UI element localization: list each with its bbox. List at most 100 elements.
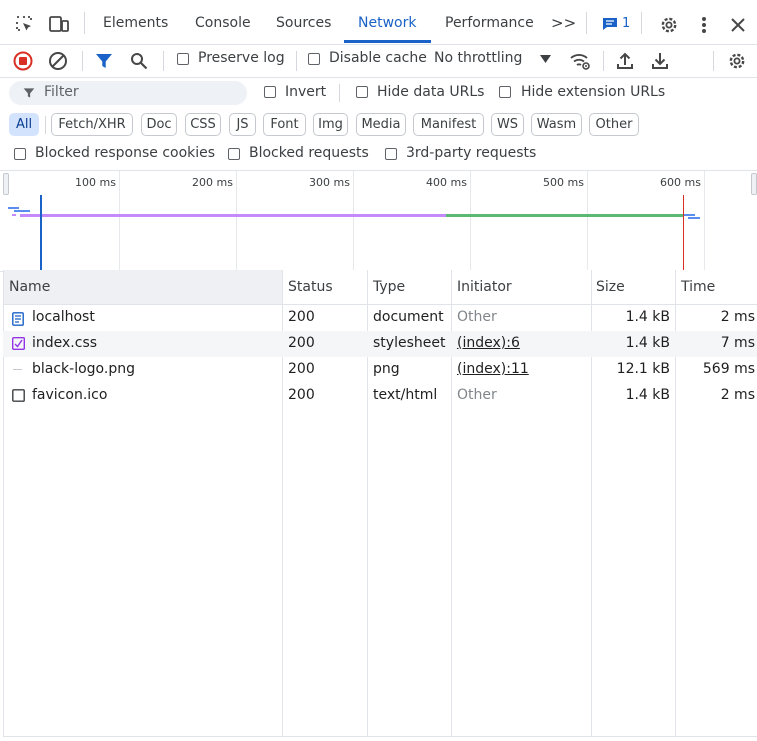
chip-img[interactable]: Img — [313, 113, 348, 136]
device-toolbar-icon[interactable] — [47, 12, 71, 36]
waterfall-bar-waiting — [20, 214, 446, 217]
request-size: 12.1 kB — [616, 361, 670, 377]
waterfall-bar — [8, 207, 19, 209]
chip-wasm[interactable]: Wasm — [531, 113, 582, 136]
toolbar-divider — [339, 84, 340, 102]
request-initiator-link[interactable]: (index):6 — [457, 335, 520, 351]
waterfall-bar — [14, 210, 30, 212]
generic-file-icon — [12, 389, 25, 402]
request-name: localhost — [32, 309, 95, 325]
request-type: text/html — [373, 387, 438, 403]
close-devtools-icon[interactable] — [726, 13, 750, 37]
requests-table-header: Name Status Type Initiator Size Time — [3, 270, 757, 305]
overview-right-handle[interactable] — [751, 173, 757, 195]
grid-line — [353, 171, 354, 271]
chip-doc[interactable]: Doc — [141, 113, 177, 136]
export-har-icon[interactable] — [649, 50, 671, 72]
grid-line — [704, 171, 705, 271]
throttling-select[interactable]: No throttling — [434, 50, 556, 70]
issues-count: 1 — [622, 16, 631, 31]
toolbar-divider — [296, 51, 297, 71]
toolbar-divider — [713, 51, 714, 71]
network-settings-gear-icon[interactable] — [725, 50, 749, 72]
chip-js[interactable]: JS — [229, 113, 256, 136]
tick-label: 400 ms — [426, 176, 467, 189]
invert-label: Invert — [285, 84, 327, 100]
overview-left-handle[interactable] — [3, 173, 9, 195]
request-initiator: Other — [457, 387, 497, 403]
toolbar-divider — [163, 51, 164, 71]
table-row[interactable]: black-logo.png 200 png (index):11 12.1 k… — [3, 357, 757, 383]
column-header-time[interactable]: Time — [681, 279, 715, 295]
settings-gear-icon[interactable] — [657, 13, 681, 37]
request-initiator-link[interactable]: (index):11 — [457, 361, 529, 377]
request-size: 1.4 kB — [625, 335, 670, 351]
hide-data-urls-label: Hide data URLs — [377, 84, 485, 100]
column-header-size[interactable]: Size — [596, 279, 625, 295]
devtools-tab-bar: Elements Console Sources Network Perform… — [0, 0, 757, 45]
chip-all[interactable]: All — [9, 113, 39, 136]
column-header-status[interactable]: Status — [288, 279, 333, 295]
filter-funnel-icon — [23, 88, 35, 98]
column-header-type[interactable]: Type — [373, 279, 405, 295]
request-size: 1.4 kB — [625, 387, 670, 403]
blocked-cookies-checkbox[interactable] — [14, 148, 26, 160]
tab-performance[interactable]: Performance — [445, 15, 534, 31]
hide-data-urls-checkbox[interactable] — [356, 86, 368, 98]
tab-console[interactable]: Console — [195, 15, 251, 31]
chip-other[interactable]: Other — [589, 113, 639, 136]
column-header-name[interactable]: Name — [9, 279, 50, 295]
more-options-icon[interactable] — [694, 13, 714, 37]
grid-line — [470, 171, 471, 271]
request-initiator: Other — [457, 309, 497, 325]
invert-checkbox[interactable] — [264, 86, 276, 98]
stylesheet-icon — [12, 337, 25, 350]
filter-funnel-icon[interactable] — [93, 50, 115, 72]
third-party-checkbox[interactable] — [385, 148, 397, 160]
blocked-requests-checkbox[interactable] — [228, 148, 240, 160]
request-status: 200 — [288, 335, 315, 351]
tab-sources[interactable]: Sources — [276, 15, 331, 31]
request-time: 7 ms — [720, 335, 755, 351]
more-tabs-button[interactable]: >> — [551, 14, 576, 32]
chip-media[interactable]: Media — [356, 113, 406, 136]
waterfall-bar — [684, 214, 695, 216]
waterfall-bar — [688, 217, 700, 219]
disable-cache-label: Disable cache — [329, 50, 427, 66]
chip-ws[interactable]: WS — [491, 113, 524, 136]
chip-manifest[interactable]: Manifest — [413, 113, 484, 136]
third-party-label: 3rd-party requests — [406, 145, 537, 161]
table-row[interactable]: favicon.ico 200 text/html Other 1.4 kB 2… — [3, 383, 757, 409]
preserve-log-checkbox[interactable] — [177, 53, 189, 65]
request-type: document — [373, 309, 444, 325]
inspect-element-icon[interactable] — [12, 12, 36, 36]
tick-label: 100 ms — [75, 176, 116, 189]
network-overview[interactable]: 100 ms 200 ms 300 ms 400 ms 500 ms 600 m… — [0, 170, 757, 272]
request-name: favicon.ico — [32, 387, 108, 403]
image-icon — [13, 369, 22, 370]
filter-input[interactable]: Filter — [9, 81, 247, 105]
disable-cache-checkbox[interactable] — [308, 53, 320, 65]
grid-line — [587, 171, 588, 271]
chip-fetch-xhr[interactable]: Fetch/XHR — [51, 113, 133, 136]
tab-network[interactable]: Network — [358, 15, 416, 31]
hide-extension-urls-checkbox[interactable] — [499, 86, 511, 98]
request-status: 200 — [288, 387, 315, 403]
tick-label: 500 ms — [543, 176, 584, 189]
search-icon[interactable] — [128, 50, 150, 72]
table-row[interactable]: localhost 200 document Other 1.4 kB 2 ms — [3, 305, 757, 331]
toolbar-divider — [586, 12, 587, 34]
table-row[interactable]: index.css 200 stylesheet (index):6 1.4 k… — [3, 331, 757, 357]
issues-counter[interactable]: 1 — [602, 16, 630, 31]
import-har-icon[interactable] — [614, 50, 636, 72]
column-header-initiator[interactable]: Initiator — [457, 279, 512, 295]
grid-line — [119, 171, 120, 271]
network-conditions-icon[interactable] — [568, 50, 592, 72]
chip-font[interactable]: Font — [263, 113, 306, 136]
toolbar-divider — [84, 12, 85, 34]
clear-log-icon[interactable] — [47, 50, 69, 72]
stop-recording-icon[interactable] — [12, 50, 34, 72]
chip-css[interactable]: CSS — [185, 113, 221, 136]
tab-elements[interactable]: Elements — [103, 15, 168, 31]
grid-line — [236, 171, 237, 271]
